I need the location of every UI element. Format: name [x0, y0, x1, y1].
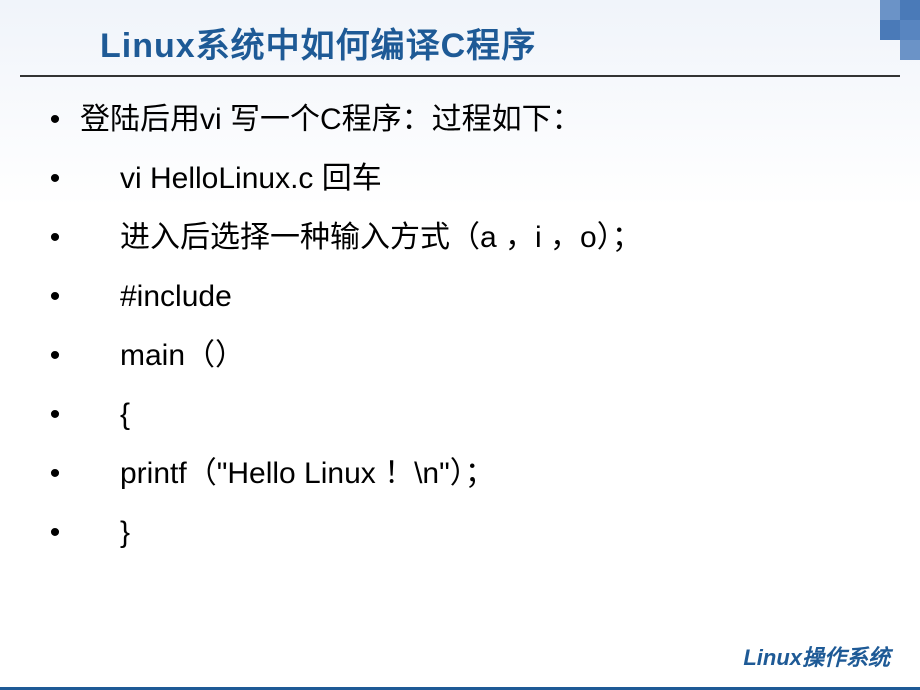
bullet-icon: •: [30, 274, 80, 319]
slide-content: • 登陆后用vi 写一个C程序：过程如下： • vi HelloLinux.c …: [0, 77, 920, 555]
bullet-text: {: [120, 392, 890, 437]
bullet-icon: •: [30, 333, 80, 378]
bullet-text: main（）: [120, 333, 890, 378]
list-item: • 登陆后用vi 写一个C程序：过程如下：: [30, 97, 890, 142]
bullet-text: vi HelloLinux.c 回车: [120, 156, 890, 201]
list-item: • #include: [30, 274, 890, 319]
bullet-icon: •: [30, 156, 80, 201]
bullet-text: #include: [120, 274, 890, 319]
decor-square: [880, 20, 900, 40]
list-item: • vi HelloLinux.c 回车: [30, 156, 890, 201]
decor-square: [900, 0, 920, 20]
list-item: • 进入后选择一种输入方式（a ，i ，o）；: [30, 215, 890, 260]
bullet-icon: •: [30, 392, 80, 437]
footer-text: Linux操作系统: [743, 640, 890, 672]
bullet-icon: •: [30, 510, 80, 555]
bullet-icon: •: [30, 215, 80, 260]
list-item: • {: [30, 392, 890, 437]
decor-square: [900, 40, 920, 60]
bullet-icon: •: [30, 451, 80, 496]
bullet-text: 进入后选择一种输入方式（a ，i ，o）；: [120, 215, 890, 260]
decor-square: [880, 0, 900, 20]
list-item: • printf（"Hello Linux ！\n"）；: [30, 451, 890, 496]
corner-decoration: [860, 0, 920, 60]
list-item: • }: [30, 510, 890, 555]
list-item: • main（）: [30, 333, 890, 378]
bullet-text: }: [120, 510, 890, 555]
decor-square: [900, 20, 920, 40]
slide-title: Linux系统中如何编译C程序: [0, 0, 920, 67]
bullet-text: 登陆后用vi 写一个C程序：过程如下：: [80, 97, 890, 142]
bullet-icon: •: [30, 97, 80, 142]
bullet-text: printf（"Hello Linux ！\n"）；: [120, 451, 890, 496]
